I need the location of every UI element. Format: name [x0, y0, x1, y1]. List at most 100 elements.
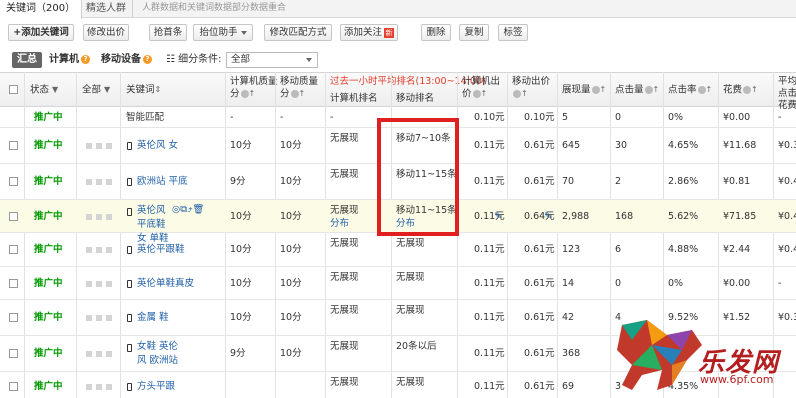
watermark-url: www.6pf.com — [700, 373, 774, 386]
pc-bid[interactable]: 0.11元 — [474, 277, 505, 291]
avg-cost: ¥0.3 — [778, 140, 796, 151]
keyword-link[interactable]: 英伦风 女 — [137, 139, 178, 153]
mobile-icon — [127, 314, 132, 322]
ctr: 4.65% — [668, 140, 699, 151]
device-indicator — [86, 179, 92, 185]
mob-rank: 无展现 — [396, 272, 425, 283]
pc-bid[interactable]: 0.11元 — [474, 347, 505, 361]
pc-rank: - — [330, 112, 334, 123]
mob-quality: 10分 — [280, 244, 302, 255]
mobile-icon — [127, 246, 132, 254]
table-row[interactable]: 推广中 英伦平跟鞋 10分 10分 无展现 无展现 0.11元 0.61元 123 6 4.88% ¥… — [0, 233, 796, 267]
impressions: 645 — [562, 140, 581, 151]
row-checkbox[interactable] — [9, 349, 18, 358]
edit-bid-icon[interactable]: ✎ — [494, 210, 502, 224]
keyword-link[interactable]: 英伦单鞋真皮 — [137, 277, 194, 291]
row-checkbox[interactable] — [9, 141, 18, 150]
pc-quality: 10分 — [230, 211, 252, 222]
ctr: 0% — [668, 112, 684, 123]
subdivide-label: ☷ 细分条件: — [166, 54, 222, 65]
grab-top-button[interactable]: 抢首条 — [149, 24, 187, 41]
view-mobile[interactable]: 移动设备? — [101, 52, 152, 68]
status-text: 推广中 — [34, 176, 63, 187]
view-computer[interactable]: 计算机? — [49, 52, 90, 68]
mob-bid[interactable]: 0.61元 — [524, 277, 555, 291]
device-indicator — [96, 315, 102, 321]
keyword-link[interactable]: 女鞋 英伦风 欧洲站 — [137, 340, 181, 368]
view-summary[interactable]: 汇总 — [12, 52, 42, 68]
tab-keywords[interactable]: 关键词（200） — [0, 0, 83, 19]
mob-rank: 无展现 — [396, 238, 425, 249]
pc-quality: 10分 — [230, 312, 252, 323]
device-indicator — [106, 351, 112, 357]
status-text: 推广中 — [34, 381, 63, 392]
cost: ¥71.85 — [723, 211, 757, 222]
row-checkbox[interactable] — [9, 212, 18, 221]
row-action-icons[interactable]: ◎⧉⤴🗑 — [172, 203, 204, 217]
impressions: 5 — [562, 112, 569, 123]
pc-rank: 无展现 — [330, 133, 359, 144]
filter-icon: ☷ — [166, 54, 175, 65]
pc-quality: 9分 — [230, 176, 246, 187]
device-indicator — [86, 281, 92, 287]
chevron-down-icon — [306, 58, 312, 62]
copy-button[interactable]: 复制 — [459, 24, 489, 41]
row-checkbox[interactable] — [9, 313, 18, 322]
pc-rank-distribution-link[interactable]: 分布 — [330, 217, 349, 231]
modify-match-button[interactable]: 修改匹配方式 — [264, 24, 332, 41]
mob-quality: - — [280, 112, 284, 123]
avg-cost: - — [778, 112, 782, 123]
mob-bid[interactable]: 0.10元 — [524, 111, 555, 125]
status-text: 推广中 — [34, 244, 63, 255]
status-text: 推广中 — [34, 348, 63, 359]
mob-bid[interactable]: 0.61元 — [524, 139, 555, 153]
mob-bid[interactable]: 0.61元 — [524, 243, 555, 257]
mob-bid[interactable]: 0.61元 — [524, 175, 555, 189]
pc-rank: 无展现 — [330, 305, 359, 316]
tab-selected-crowd[interactable]: 精选人群 — [80, 0, 133, 18]
row-checkbox[interactable] — [9, 245, 18, 254]
add-follow-button[interactable]: 添加关注新 — [340, 24, 398, 41]
pc-bid[interactable]: 0.11元 — [474, 243, 505, 257]
pc-bid[interactable]: 0.11元 — [474, 311, 505, 325]
pc-rank: 无展现 — [330, 238, 359, 249]
mob-bid[interactable]: 0.61元 — [524, 347, 555, 361]
row-checkbox[interactable] — [9, 382, 18, 391]
mob-bid[interactable]: 0.61元 — [524, 380, 555, 394]
device-indicator — [106, 214, 112, 220]
modify-bid-button[interactable]: 修改出价 — [83, 24, 129, 41]
clicks: 6 — [615, 244, 622, 255]
keyword-link[interactable]: 金属 鞋 — [137, 311, 169, 325]
row-checkbox[interactable] — [9, 177, 18, 186]
tag-button[interactable]: 标签 — [498, 24, 528, 41]
table-row[interactable]: 推广中 英伦单鞋真皮 10分 10分 无展现 无展现 0.11元 0.61元 14 0 0% ¥0.0… — [0, 267, 796, 300]
cost: ¥0.00 — [723, 278, 751, 289]
add-keyword-button[interactable]: +添加关键词 — [8, 24, 74, 41]
mobile-icon — [127, 208, 132, 216]
keyword-link[interactable]: 方头平跟 — [137, 380, 175, 394]
pc-quality: 9分 — [230, 348, 246, 359]
mobile-icon — [127, 178, 132, 186]
impressions: 70 — [562, 176, 575, 187]
highlight-box — [377, 118, 459, 236]
keyword-link[interactable]: 欧洲站 平底 — [137, 175, 188, 189]
avg-cost: ¥0.4 — [778, 211, 796, 222]
mob-bid[interactable]: 0.61元 — [524, 311, 555, 325]
rank-helper-button[interactable]: 抬位助手 — [193, 24, 253, 41]
pc-bid[interactable]: 0.11元 — [474, 175, 505, 189]
pc-bid[interactable]: 0.11元 — [474, 380, 505, 394]
edit-bid-icon[interactable]: ✎ — [544, 210, 552, 224]
subdivide-select[interactable]: 全部 — [226, 52, 318, 68]
device-indicator — [86, 315, 92, 321]
cost: ¥11.68 — [723, 140, 757, 151]
delete-button[interactable]: 删除 — [421, 24, 451, 41]
pc-bid[interactable]: 0.10元 — [474, 111, 505, 125]
keyword-link[interactable]: 英伦平跟鞋 — [137, 243, 185, 257]
impressions: 123 — [562, 244, 581, 255]
row-checkbox[interactable] — [9, 279, 18, 288]
clicks: 0 — [615, 112, 622, 123]
chevron-down-icon — [240, 30, 247, 35]
mob-quality: 10分 — [280, 211, 302, 222]
pc-bid[interactable]: 0.11元 — [474, 139, 505, 153]
mobile-icon — [127, 383, 132, 391]
